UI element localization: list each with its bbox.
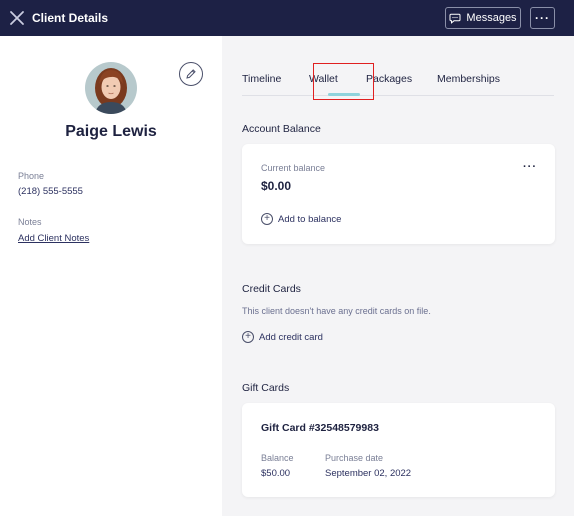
gift-card-title: Gift Card #32548579983: [261, 422, 379, 434]
purchase-date-value: September 02, 2022: [325, 468, 412, 479]
notes-label: Notes: [18, 217, 42, 227]
add-client-notes-link[interactable]: Add Client Notes: [18, 233, 89, 244]
more-icon: ···: [535, 11, 550, 25]
plus-circle-icon: +: [261, 213, 273, 225]
tab-memberships[interactable]: Memberships: [437, 73, 500, 85]
add-credit-card-label: Add credit card: [259, 331, 323, 343]
avatar: [85, 62, 137, 114]
highlight-box: [313, 63, 374, 100]
add-credit-card-button[interactable]: + Add credit card: [242, 331, 323, 343]
close-icon: [10, 11, 24, 25]
current-balance-amount: $0.00: [261, 179, 292, 193]
client-name: Paige Lewis: [65, 123, 157, 140]
no-credit-cards-text: This client doesn't have any credit card…: [242, 306, 431, 316]
add-to-balance-button[interactable]: + Add to balance: [261, 213, 341, 225]
messages-button[interactable]: Messages: [445, 7, 521, 29]
messages-label: Messages: [466, 12, 517, 24]
phone-value: (218) 555-5555: [18, 186, 83, 197]
header-bar: Client Details Messages ···: [0, 0, 574, 36]
gift-balance-value: $50.00: [261, 468, 291, 479]
gift-card[interactable]: Gift Card #32548579983 Balance $50.00 Pu…: [242, 403, 555, 497]
gift-cards-heading: Gift Cards: [242, 382, 290, 394]
wallet-panel: Timeline Wallet Packages Memberships Acc…: [222, 36, 574, 516]
add-to-balance-label: Add to balance: [278, 213, 342, 225]
more-options-button[interactable]: ···: [530, 7, 555, 29]
phone-label: Phone: [18, 171, 45, 181]
tab-bar: Timeline Wallet Packages Memberships: [242, 62, 554, 100]
account-balance-card: Current balance $0.00 ··· + Add to balan…: [242, 144, 555, 244]
pencil-icon: [186, 69, 196, 79]
account-balance-heading: Account Balance: [242, 123, 321, 135]
balance-more-button[interactable]: ···: [523, 161, 537, 173]
gift-balance-label: Balance: [261, 453, 294, 463]
plus-circle-icon: +: [242, 331, 254, 343]
close-button[interactable]: [8, 9, 26, 27]
client-profile-panel: Paige Lewis Phone (218) 555-5555 Notes A…: [0, 36, 222, 516]
tab-timeline[interactable]: Timeline: [242, 73, 281, 85]
page-title: Client Details: [32, 11, 109, 25]
credit-cards-heading: Credit Cards: [242, 283, 301, 295]
chat-bubble-icon: [449, 13, 461, 24]
purchase-date-label: Purchase date: [325, 453, 384, 463]
edit-client-button[interactable]: [179, 62, 203, 86]
current-balance-label: Current balance: [261, 163, 326, 173]
